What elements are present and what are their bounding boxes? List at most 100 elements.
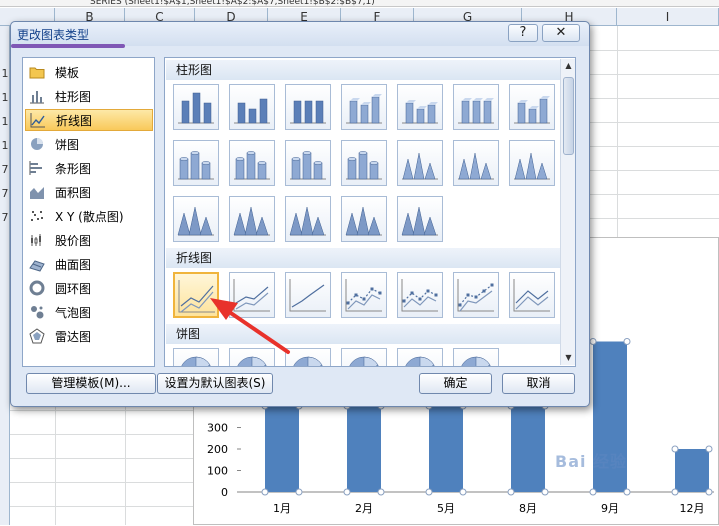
column-subtype-thumb[interactable] [341,140,387,186]
column-subtype-thumb[interactable] [229,140,275,186]
y-tick-label: 200 [207,443,228,456]
chart-type-templates[interactable]: 模板 [25,61,153,83]
folder-icon [29,67,45,79]
row-value: 1 [1,67,9,80]
column-subtype-icon [402,152,438,180]
column-subtype-icon [233,206,270,236]
pie-subtype-thumb[interactable] [341,348,387,366]
radar-chart-icon [29,328,45,344]
column-subtype-icon [178,92,214,124]
column-subtype-thumb[interactable] [453,140,499,186]
scroll-thumb[interactable] [563,77,574,155]
column-subtype-icon [514,96,550,124]
line-subtype-thumb[interactable] [229,272,275,318]
scroll-down-icon[interactable]: ▼ [561,351,575,365]
selection-handle [589,338,597,345]
scatter-chart-icon [31,211,43,221]
x-tick-label: 9月 [601,502,619,515]
ok-button[interactable]: 确定 [419,373,492,394]
close-button[interactable]: ✕ [542,24,580,42]
column-subtype-icon [290,151,326,180]
title-accent-strip [11,44,125,48]
pie-subtype-icon [293,356,323,366]
section-header-pie: 饼图 [166,324,560,344]
line-subtype-thumb[interactable] [509,272,555,318]
chart-type-line[interactable]: 折线图 [25,109,153,131]
selection-handle [671,445,679,453]
y-tick-label: 0 [221,486,228,499]
selection-handle [589,488,597,496]
column-subtype-icon [177,206,214,236]
column-subtype-thumb[interactable] [397,84,443,130]
chart-type-surface[interactable]: 曲面图 [25,253,153,275]
line-chart-icon [30,113,45,128]
gallery-scrollbar[interactable]: ▲ ▼ [560,59,575,365]
row-value: 7 [1,187,9,200]
line-subtype-icon [513,279,550,312]
column-subtype-thumb[interactable] [341,84,387,130]
bar [347,406,381,492]
pie-subtype-icon [349,356,379,366]
chart-subtype-gallery: 柱形图 折线图 饼图 ▲ ▼ [164,57,576,367]
column-subtype-thumb[interactable] [285,140,331,186]
column-subtype-thumb[interactable] [285,196,331,242]
dialog-titlebar[interactable]: 更改图表类型 ? ✕ [11,22,589,48]
column-subtype-icon [346,151,382,180]
chart-type-stock[interactable]: 股价图 [25,229,153,251]
column-subtype-thumb[interactable] [509,140,555,186]
chart-type-label: 条形图 [55,161,92,176]
pie-subtype-thumb[interactable] [453,348,499,366]
chart-type-bar[interactable]: 条形图 [25,157,153,179]
chart-type-pie[interactable]: 饼图 [25,133,153,155]
bar [265,406,299,492]
x-tick-label: 5月 [437,502,455,515]
column-chart-icon [30,91,44,104]
column-subtype-thumb[interactable] [509,84,555,130]
line-subtype-thumb[interactable] [453,272,499,318]
column-subtype-thumb[interactable] [453,84,499,130]
pie-subtype-thumb[interactable] [397,348,443,366]
chart-type-column[interactable]: 柱形图 [25,85,153,107]
scroll-up-icon[interactable]: ▲ [561,59,575,73]
line-subtype-thumb[interactable] [173,272,219,318]
row-value: 7 [1,211,9,224]
pie-subtype-thumb[interactable] [173,348,219,366]
column-subtype-thumb[interactable] [285,84,331,130]
pie-subtype-thumb[interactable] [285,348,331,366]
pie-subtype-thumb[interactable] [229,348,275,366]
cancel-button[interactable]: 取消 [502,373,575,394]
formula-bar-fragment: SERIES (Sheet1!$A$1,Sheet1!$A$2:$A$7,She… [0,0,719,7]
manage-templates-button[interactable]: 管理模板(M)... [26,373,156,394]
surface-chart-icon [29,260,45,272]
line-subtype-thumb[interactable] [285,272,331,318]
row-value: 1 [1,91,9,104]
chart-type-radar[interactable]: 雷达图 [25,325,153,347]
x-tick-label: 2月 [355,502,373,515]
column-header-i[interactable]: I [617,8,719,26]
column-subtype-icon [178,151,214,180]
chart-type-scatter[interactable]: X Y (散点图) [25,205,153,227]
chart-type-area[interactable]: 面积图 [25,181,153,203]
help-button[interactable]: ? [508,24,538,42]
line-subtype-icon [401,279,438,312]
column-subtype-icon [289,206,326,236]
column-subtype-thumb[interactable] [341,196,387,242]
chart-type-doughnut[interactable]: 圆环图 [25,277,153,299]
bar [511,406,545,492]
line-subtype-thumb[interactable] [341,272,387,318]
row-header-column: 1 1 1 1 7 7 7 [0,26,10,525]
set-default-chart-button[interactable]: 设置为默认图表(S) [157,373,273,394]
column-subtype-thumb[interactable] [397,196,443,242]
selection-handle [541,488,549,496]
help-icon: ? [519,25,527,40]
chart-type-bubble[interactable]: 气泡图 [25,301,153,323]
line-subtype-thumb[interactable] [397,272,443,318]
column-subtype-thumb[interactable] [173,84,219,130]
column-subtype-thumb[interactable] [229,84,275,130]
row-value: 1 [1,115,9,128]
column-subtype-thumb[interactable] [397,140,443,186]
column-subtype-thumb[interactable] [173,140,219,186]
column-subtype-thumb[interactable] [229,196,275,242]
chart-type-label: 曲面图 [55,257,92,272]
column-subtype-thumb[interactable] [173,196,219,242]
